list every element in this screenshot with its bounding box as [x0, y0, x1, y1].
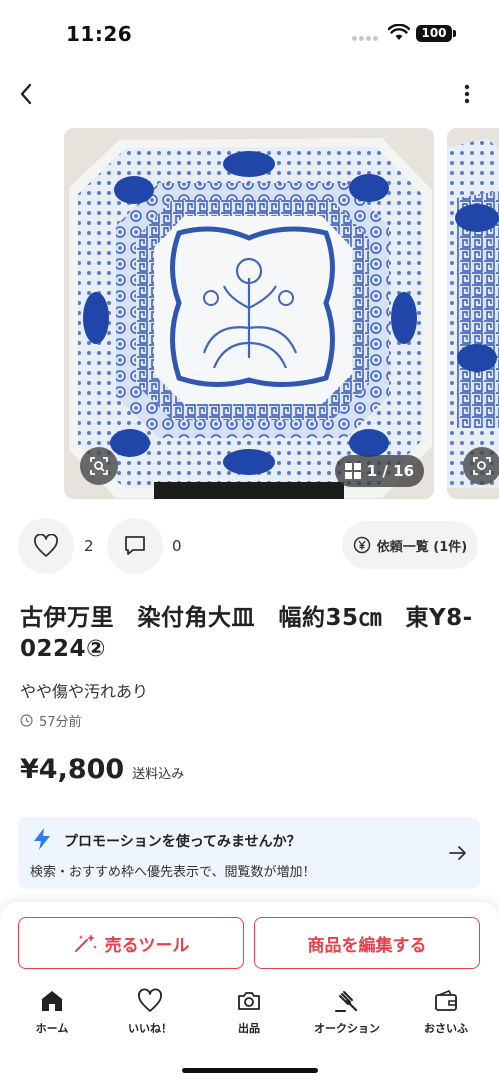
- image-gallery[interactable]: 1 / 16: [0, 128, 499, 500]
- tab-home[interactable]: ホーム: [12, 988, 92, 1036]
- item-title: 古伊万里 染付角大皿 幅約35㎝ 東Y8-0224②: [20, 605, 473, 662]
- request-list-label: 依頼一覧 (1件): [376, 539, 468, 555]
- posted-time-text: 57分前: [39, 715, 82, 730]
- promotion-subtitle: 検索・おすすめ枠へ優先表示で、閲覧数が増加！: [30, 865, 316, 880]
- sell-tool-button[interactable]: 売るツール: [18, 917, 244, 969]
- tab-wallet[interactable]: おさいふ: [406, 988, 486, 1036]
- magic-wand-icon: [74, 934, 97, 952]
- heart-icon: [138, 988, 162, 1012]
- signal-icon: [352, 36, 378, 41]
- image-counter: 1 / 16: [334, 455, 424, 487]
- chevron-left-icon: [20, 83, 32, 105]
- porcelain-plate-image: [64, 128, 434, 499]
- edit-item-label: 商品を編集する: [307, 935, 427, 956]
- lens-search-button[interactable]: [463, 447, 499, 485]
- home-icon: [42, 991, 62, 1011]
- more-vertical-icon: [464, 84, 470, 104]
- lens-search-button[interactable]: [80, 447, 118, 485]
- tab-auction[interactable]: オークション: [307, 988, 387, 1036]
- shipping-note: 送料込み: [132, 767, 185, 782]
- wifi-icon: [388, 24, 410, 40]
- more-options-button[interactable]: [454, 80, 480, 108]
- product-image[interactable]: 1 / 16: [64, 128, 434, 499]
- sell-tool-label: 売るツール: [104, 935, 190, 956]
- bottom-panel: 売るツール 商品を編集する ホーム いいね！ 出品 オークション おさいふ: [0, 902, 499, 1080]
- tab-sell[interactable]: 出品: [209, 988, 289, 1036]
- price: ¥4,800 送料込み: [20, 754, 184, 785]
- tab-bar: ホーム いいね！ 出品 オークション おさいふ: [0, 988, 499, 1048]
- lens-search-icon: [473, 457, 491, 475]
- home-indicator: [182, 1068, 318, 1073]
- gavel-icon: [335, 991, 358, 1012]
- status-time: 11:26: [66, 22, 133, 46]
- tab-wallet-label: おさいふ: [424, 1022, 468, 1035]
- posted-time: 57分前: [20, 711, 82, 730]
- lightning-icon: [34, 828, 50, 850]
- promotion-banner[interactable]: プロモーションを使ってみませんか？ 検索・おすすめ枠へ優先表示で、閲覧数が増加！: [18, 817, 480, 889]
- yen-coin-icon: [353, 536, 371, 554]
- tab-home-label: ホーム: [35, 1022, 69, 1035]
- clock-icon: [20, 714, 33, 727]
- tab-auction-label: オークション: [314, 1022, 380, 1035]
- image-counter-text: 1 / 16: [366, 462, 414, 480]
- comment-button[interactable]: [107, 518, 163, 574]
- tab-likes-label: いいね！: [128, 1022, 172, 1035]
- grid-icon: [344, 463, 361, 479]
- edit-item-button[interactable]: 商品を編集する: [254, 917, 480, 969]
- promotion-title: プロモーションを使ってみませんか？: [64, 834, 301, 850]
- arrow-right-icon: [449, 846, 466, 860]
- price-value: ¥4,800: [20, 754, 125, 785]
- battery-icon: 100: [416, 25, 456, 42]
- heart-icon: [34, 534, 58, 557]
- comment-icon: [125, 536, 145, 555]
- comment-count: 0: [172, 537, 182, 555]
- status-bar: 11:26 100: [0, 0, 499, 62]
- back-button[interactable]: [12, 80, 40, 108]
- tab-likes[interactable]: いいね！: [110, 988, 190, 1036]
- tab-sell-label: 出品: [238, 1022, 260, 1035]
- lens-search-icon: [90, 457, 108, 475]
- porcelain-plate-image: [447, 128, 499, 499]
- item-condition: やや傷や汚れあり: [20, 682, 149, 701]
- request-list-button[interactable]: 依頼一覧 (1件): [342, 521, 478, 569]
- next-product-image[interactable]: [447, 128, 499, 499]
- camera-icon: [238, 992, 260, 1010]
- like-button[interactable]: [18, 518, 74, 574]
- wallet-icon: [435, 989, 457, 1011]
- like-count: 2: [84, 537, 94, 555]
